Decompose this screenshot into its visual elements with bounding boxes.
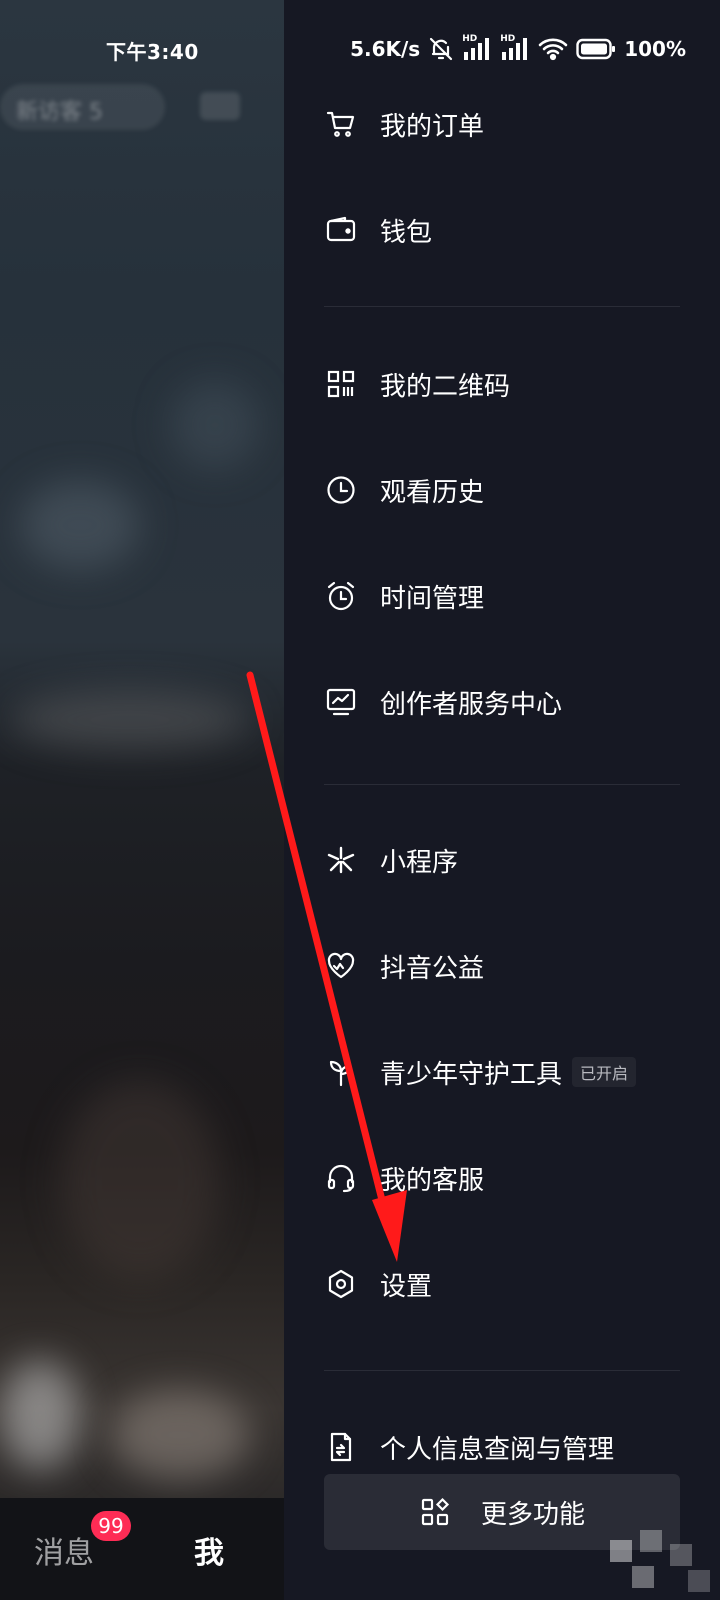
drawer-item-orders[interactable]: 我的订单 (324, 94, 484, 154)
signal-hd-label: HD (500, 34, 516, 44)
qr-code-icon (324, 367, 358, 401)
drawer-item-mini-programs[interactable]: 小程序 (324, 830, 458, 890)
drawer-item-label: 个人信息查阅与管理 (380, 1434, 615, 1465)
divider (324, 784, 680, 785)
drawer-item-label: 时间管理 (380, 583, 485, 614)
drawer-item-label: 观看历史 (380, 477, 485, 508)
blur-shape (60, 1080, 220, 1280)
drawer-item-label: 抖音公益 (380, 953, 485, 984)
battery-icon (576, 38, 616, 60)
blur-shape (0, 1360, 80, 1470)
status-badge: 已开启 (572, 1057, 637, 1087)
drawer-item-label: 小程序 (380, 847, 459, 878)
clock-icon (324, 473, 358, 507)
drawer-item-label: 我的二维码 (380, 371, 511, 402)
side-drawer: 我的订单 钱包 我的二维码 观看历史 时间管理 创作者服务中心 小程序 抖音公益… (284, 0, 720, 1600)
blurred-background (0, 0, 284, 1600)
alarm-icon (324, 579, 358, 613)
status-time: 下午3:40 (106, 40, 199, 64)
drawer-item-history[interactable]: 观看历史 (324, 460, 484, 520)
drawer-item-label: 青少年守护工具 (380, 1059, 563, 1090)
drawer-item-personal-info[interactable]: 个人信息查阅与管理 (324, 1417, 614, 1477)
signal-icon-2: HD (500, 34, 530, 62)
tab-messages[interactable]: 消息 (34, 1528, 94, 1572)
status-icons: 5.6K/s HD HD 100% (350, 34, 686, 64)
signal-icon: HD (462, 34, 492, 62)
watermark (570, 1520, 720, 1600)
settings-icon (324, 1267, 358, 1301)
drawer-item-customer-service[interactable]: 我的客服 (324, 1148, 484, 1208)
chart-icon (324, 685, 358, 719)
cart-icon (324, 107, 358, 141)
document-icon (324, 1430, 358, 1464)
drawer-item-label: 我的订单 (380, 111, 485, 142)
drawer-item-label: 设置 (380, 1271, 433, 1302)
blur-shape (170, 380, 260, 470)
battery-level: 100% (624, 37, 686, 61)
divider (324, 1370, 680, 1371)
drawer-item-label: 创作者服务中心 (380, 689, 563, 720)
drawer-item-qr-code[interactable]: 我的二维码 (324, 354, 510, 414)
drawer-item-youth-protection[interactable]: 青少年守护工具 已开启 (324, 1042, 637, 1102)
headset-icon (324, 1161, 358, 1195)
drawer-item-label: 我的客服 (380, 1165, 485, 1196)
drawer-item-creator-center[interactable]: 创作者服务中心 (324, 672, 562, 732)
sprout-icon (324, 1055, 358, 1089)
drawer-item-settings[interactable]: 设置 (324, 1254, 432, 1314)
network-speed: 5.6K/s (350, 37, 421, 61)
drawer-item-wallet[interactable]: 钱包 (324, 200, 432, 260)
tab-me[interactable]: 我 (194, 1528, 224, 1572)
drawer-item-charity[interactable]: 抖音公益 (324, 936, 484, 996)
message-count-badge: 99 (91, 1511, 131, 1541)
mute-icon (428, 36, 454, 62)
blur-shape (10, 690, 250, 750)
mini-program-icon (324, 843, 358, 877)
menu-icon (200, 92, 240, 120)
heart-icon (324, 949, 358, 983)
blur-shape (110, 1390, 250, 1480)
drawer-item-time-management[interactable]: 时间管理 (324, 566, 484, 626)
wifi-icon (538, 37, 568, 61)
blur-shape (20, 480, 140, 570)
wallet-icon (324, 213, 358, 247)
visitor-pill-text: 新访客 5 (16, 100, 103, 125)
divider (324, 306, 680, 307)
signal-hd-label: HD (462, 34, 478, 44)
grid-icon (419, 1496, 451, 1528)
drawer-item-label: 钱包 (380, 217, 433, 248)
